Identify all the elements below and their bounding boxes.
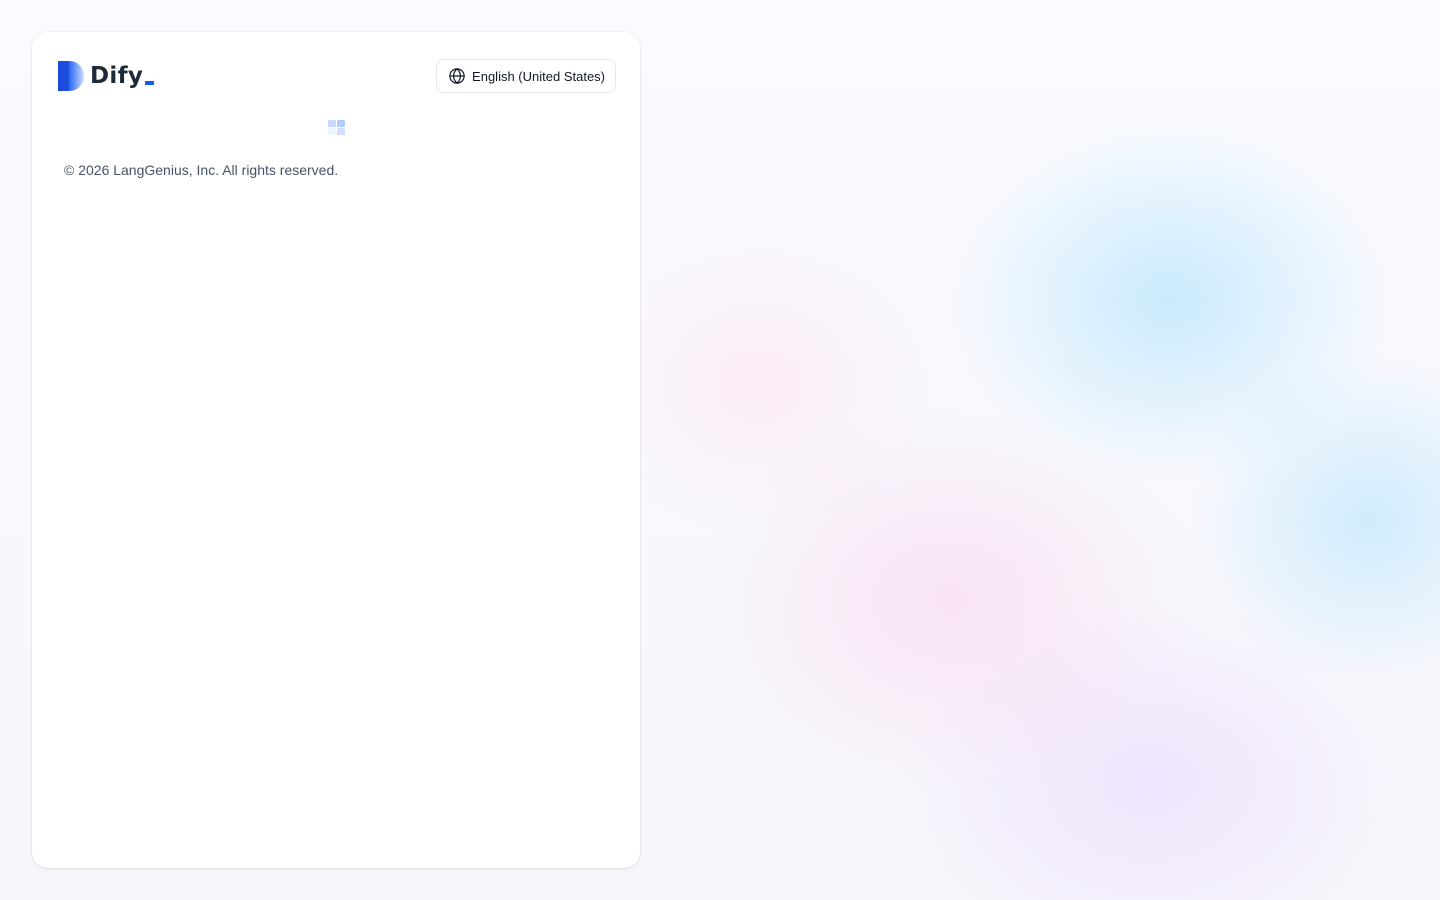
card-header: Dify English (United States) [58,59,616,93]
signin-card: Dify English (United States) © 2026 Lang… [32,32,640,868]
dify-logo-mark-icon [58,61,84,91]
loader-cell [337,128,345,135]
app-name: Dify [90,63,144,89]
copyright-text: © 2026 LangGenius, Inc. All rights reser… [64,162,339,178]
loader-cell [337,120,345,127]
globe-icon [449,68,465,84]
language-selector-label: English (United States) [472,68,605,84]
dify-logo: Dify [58,61,155,91]
language-selector[interactable]: English (United States) [436,59,616,93]
loading-grid-icon [328,120,345,136]
loader-cell [328,128,336,135]
logo-cursor-mark [145,81,155,85]
loader-cell [328,120,336,127]
